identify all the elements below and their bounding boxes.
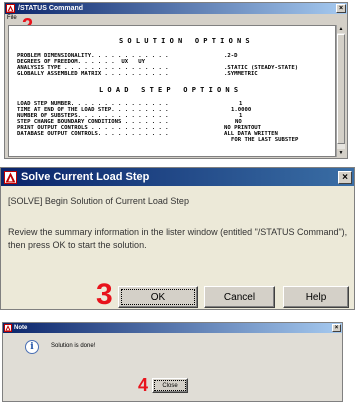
status-menubar: File xyxy=(5,14,347,23)
close-label: Close xyxy=(162,382,178,389)
status-window-titlebar: /STATUS Command × xyxy=(5,3,347,14)
ansys-logo-icon xyxy=(6,4,15,13)
close-icon[interactable]: × xyxy=(336,4,346,13)
lister-text-area: S O L U T I O N O P T I O N S PROBLEM DI… xyxy=(8,25,336,157)
ansys-logo-icon xyxy=(4,324,12,332)
note-dialog: Note × i Solution is done! 4 Close xyxy=(2,322,343,402)
load-step-options-heading: L O A D S T E P O P T I O N S xyxy=(99,86,239,94)
help-button[interactable]: Help xyxy=(283,286,349,308)
close-icon[interactable]: × xyxy=(332,324,341,332)
solution-row-value: .SYMMETRIC xyxy=(224,71,258,77)
scroll-down-icon[interactable]: ▼ xyxy=(337,149,345,157)
ansys-logo-icon xyxy=(4,170,17,184)
note-message: Solution is done! xyxy=(51,343,96,349)
cancel-label: Cancel xyxy=(223,291,256,303)
scrollbar-thumb[interactable] xyxy=(337,34,345,144)
ok-label: OK xyxy=(150,291,166,303)
note-dialog-titlebar: Note × xyxy=(3,323,342,333)
solve-line2: Review the summary information in the li… xyxy=(8,227,348,250)
info-icon: i xyxy=(25,340,39,354)
solve-dialog-title: Solve Current Load Step xyxy=(21,171,150,183)
solve-dialog: Solve Current Load Step × [SOLVE] Begin … xyxy=(0,167,355,310)
step-number-3: 3 xyxy=(96,278,113,311)
loadstep-row-label: DATABASE OUTPUT CONTROLS. . . . . . . . … xyxy=(17,131,169,137)
lister-scrollbar[interactable]: ▲ ▼ xyxy=(336,25,345,157)
solution-options-heading: S O L U T I O N O P T I O N S xyxy=(119,37,250,45)
solve-dialog-titlebar: Solve Current Load Step × xyxy=(1,168,354,186)
status-command-window: /STATUS Command × File 2 S O L U T I O N… xyxy=(4,2,348,159)
menu-file[interactable]: File xyxy=(7,15,17,21)
loadstep-row-value: FOR THE LAST SUBSTEP xyxy=(231,137,299,143)
scroll-up-icon[interactable]: ▲ xyxy=(337,25,345,33)
close-button[interactable]: Close xyxy=(152,378,188,393)
cancel-button[interactable]: Cancel xyxy=(204,286,275,308)
ok-button[interactable]: OK xyxy=(118,286,198,308)
status-window-title: /STATUS Command xyxy=(18,5,84,12)
solution-row-label: GLOBALLY ASSEMBLED MATRIX . . . . . . . … xyxy=(17,71,169,77)
step-number-4: 4 xyxy=(138,375,149,395)
help-label: Help xyxy=(305,291,327,303)
note-dialog-title: Note xyxy=(14,325,28,331)
close-icon[interactable]: × xyxy=(338,170,352,184)
solve-line1: [SOLVE] Begin Solution of Current Load S… xyxy=(8,196,189,206)
solution-row-value: .2-D xyxy=(224,53,238,59)
